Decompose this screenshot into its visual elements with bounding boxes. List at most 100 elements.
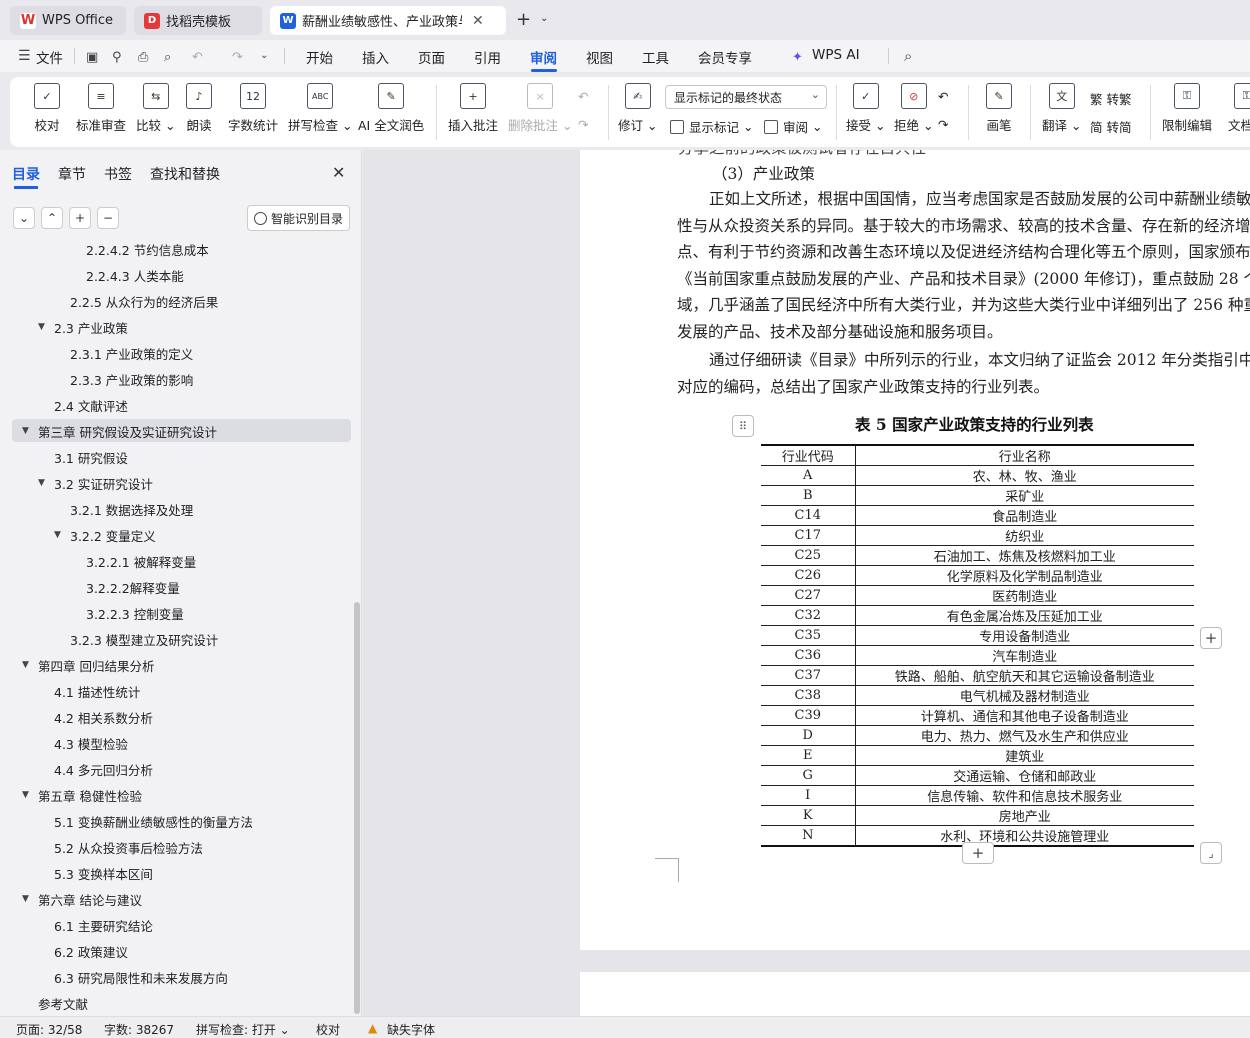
restrict-edit-button[interactable]: ⚿ 限制编辑 (1162, 83, 1212, 134)
add-column-button[interactable]: + (1200, 627, 1222, 649)
industry-name-cell[interactable]: 有色金属冶炼及压延加工业 (854, 605, 1194, 626)
industry-code-cell[interactable]: C25 (761, 545, 856, 566)
print-preview-icon[interactable]: ⌕ (164, 50, 171, 65)
menu-page[interactable]: 页面 (418, 47, 445, 67)
toc-item[interactable]: 2.2.4.3 人类本能 (70, 264, 184, 286)
industry-code-cell[interactable]: E (761, 745, 856, 766)
menu-tools[interactable]: 工具 (642, 47, 669, 67)
industry-name-cell[interactable]: 水利、环境和公共设施管理业 (854, 825, 1194, 847)
expand-triangle-icon[interactable]: ▼ (22, 426, 38, 436)
industry-name-cell[interactable]: 化学原料及化学制品制造业 (854, 565, 1194, 586)
print-icon[interactable]: ⎙ (138, 50, 148, 65)
menu-review[interactable]: 审阅 (530, 47, 557, 67)
previous-change-icon[interactable]: ↶ (938, 89, 948, 104)
industry-code-cell[interactable]: C36 (761, 645, 856, 666)
spell-check-status[interactable]: 拼写检查: 打开 ⌄ (196, 1021, 290, 1038)
track-changes-button[interactable]: ✍ 修订 ⌄ (618, 83, 657, 134)
tab-find-replace[interactable]: 查找和替换 (150, 164, 220, 184)
toc-item[interactable]: 3.2.3 模型建立及研究设计 (54, 628, 218, 650)
resize-table-button[interactable]: ⌟ (1200, 842, 1222, 864)
industry-name-cell[interactable]: 计算机、通信和其他电子设备制造业 (854, 705, 1194, 726)
toc-item[interactable]: 3.2.2.2解释变量 (70, 576, 180, 598)
undo-icon[interactable]: ↶ (192, 50, 203, 65)
compare-button[interactable]: ⇆ 比较 ⌄ (136, 83, 175, 134)
close-icon[interactable]: ✕ (472, 13, 484, 29)
tab-wps-office[interactable]: W WPS Office (10, 6, 126, 35)
toc-item[interactable]: 2.2.4.2 节约信息成本 (70, 238, 209, 260)
show-markup-button[interactable]: 显示标记 ⌄ (670, 117, 753, 136)
industry-name-cell[interactable]: 采矿业 (854, 485, 1194, 506)
tab-toc[interactable]: 目录 (12, 164, 40, 184)
toc-item[interactable]: 4.1 描述性统计 (38, 680, 140, 702)
share-icon[interactable]: ⚲ (112, 50, 122, 65)
word-count[interactable]: 字数: 38267 (104, 1021, 174, 1038)
industry-code-cell[interactable]: C37 (761, 665, 856, 686)
industry-name-cell[interactable]: 建筑业 (854, 745, 1194, 766)
toc-item[interactable]: 3.2.1 数据选择及处理 (54, 498, 193, 520)
tab-docer-template[interactable]: D 找稻壳模板 (134, 6, 262, 35)
toc-item[interactable]: 2.2.5 从众行为的经济后果 (54, 290, 218, 312)
toc-item[interactable]: 3.2.2.1 被解释变量 (70, 550, 196, 572)
next-document-page[interactable] (580, 972, 1250, 1016)
toc-item[interactable]: ▼ 第四章 回归结果分析 (22, 654, 154, 676)
to-traditional-button[interactable]: 繁 转繁 (1090, 89, 1132, 108)
menu-view[interactable]: 视图 (586, 47, 613, 67)
collapse-all-button[interactable]: − (97, 207, 119, 229)
industry-table[interactable]: 行业代码 行业名称 A 农、林、牧、渔业 B 采矿业 C14 食品制造业 C17 纺织业 C25… (761, 444, 1194, 847)
new-tab-icon[interactable]: + (516, 9, 531, 30)
toc-item[interactable]: ▼ 2.3 产业政策 (38, 316, 128, 338)
menu-insert[interactable]: 插入 (362, 47, 389, 67)
menu-home[interactable]: 开始 (306, 47, 333, 67)
industry-name-cell[interactable]: 医药制造业 (854, 585, 1194, 606)
delete-comment-button[interactable]: × 删除批注 ⌄ (508, 83, 572, 134)
industry-name-cell[interactable]: 房地产业 (854, 805, 1194, 826)
industry-code-cell[interactable]: G (761, 765, 856, 786)
industry-code-cell[interactable]: C32 (761, 605, 856, 626)
industry-code-cell[interactable]: N (761, 825, 856, 847)
industry-code-cell[interactable]: C39 (761, 705, 856, 726)
chevron-down-icon[interactable]: ⌄ (260, 50, 268, 61)
industry-name-cell[interactable]: 电力、热力、燃气及水生产和供应业 (854, 725, 1194, 746)
expand-all-button[interactable]: + (69, 207, 91, 229)
toc-item[interactable]: ▼ 第六章 结论与建议 (22, 888, 142, 910)
redo-icon[interactable]: ↷ (232, 50, 243, 65)
industry-name-cell[interactable]: 电气机械及器材制造业 (854, 685, 1194, 706)
tab-bookmarks[interactable]: 书签 (104, 164, 132, 184)
read-aloud-button[interactable]: ♪ 朗读 (186, 83, 212, 134)
next-comment-icon[interactable]: ↷ (578, 117, 588, 132)
toc-item[interactable]: 6.2 政策建议 (38, 940, 128, 962)
collapse-up-button[interactable]: ⌃ (41, 207, 63, 229)
industry-name-cell[interactable]: 食品制造业 (854, 505, 1194, 526)
proofread-status[interactable]: 校对 (316, 1021, 340, 1038)
toc-item[interactable]: ▼ 第五章 稳健性检验 (22, 784, 142, 806)
toc-item[interactable]: 5.3 变换样本区间 (38, 862, 153, 884)
search-icon[interactable]: ⌕ (904, 47, 912, 65)
industry-name-cell[interactable]: 专用设备制造业 (854, 625, 1194, 646)
word-count-button[interactable]: 12 字数统计 (228, 83, 278, 134)
toc-item[interactable]: ▼ 第三章 研究假设及实证研究设计 (22, 420, 217, 442)
toc-item[interactable]: 4.3 模型检验 (38, 732, 128, 754)
insert-comment-button[interactable]: + 插入批注 (448, 83, 498, 134)
spell-check-button[interactable]: ABC 拼写检查 ⌄ (288, 83, 352, 134)
document-page[interactable]: 分享之前的政策被测试者存在自共性 （3）产业政策 正如上文所述，根据中国国情，应… (580, 150, 1250, 950)
menu-file[interactable]: 文件 (36, 47, 63, 67)
standard-review-button[interactable]: ≡ 标准审查 (76, 83, 126, 134)
industry-code-cell[interactable]: C26 (761, 565, 856, 586)
tab-chapters[interactable]: 章节 (58, 164, 86, 184)
industry-code-cell[interactable]: D (761, 725, 856, 746)
doc-permission-button[interactable]: ⚿ 文档权 (1228, 83, 1250, 134)
expand-triangle-icon[interactable]: ▼ (22, 660, 38, 670)
menu-member[interactable]: 会员专享 (698, 47, 752, 67)
markup-mode-select[interactable]: 显示标记的最终状态 ⌄ (665, 85, 827, 109)
previous-comment-icon[interactable]: ↶ (578, 89, 588, 104)
industry-name-cell[interactable]: 农、林、牧、渔业 (854, 465, 1194, 486)
translate-button[interactable]: 文 翻译 ⌄ (1042, 83, 1081, 134)
expand-triangle-icon[interactable]: ▼ (54, 530, 70, 540)
toc-item[interactable]: 3.1 研究假设 (38, 446, 128, 468)
to-simplified-button[interactable]: 简 转简 (1090, 117, 1132, 136)
toc-item[interactable]: 5.1 变换薪酬业绩敏感性的衡量方法 (38, 810, 253, 832)
industry-name-cell[interactable]: 交通运输、仓储和邮政业 (854, 765, 1194, 786)
industry-name-cell[interactable]: 汽车制造业 (854, 645, 1194, 666)
expand-triangle-icon[interactable]: ▼ (22, 790, 38, 800)
toc-item[interactable]: 2.4 文献评述 (38, 394, 128, 416)
